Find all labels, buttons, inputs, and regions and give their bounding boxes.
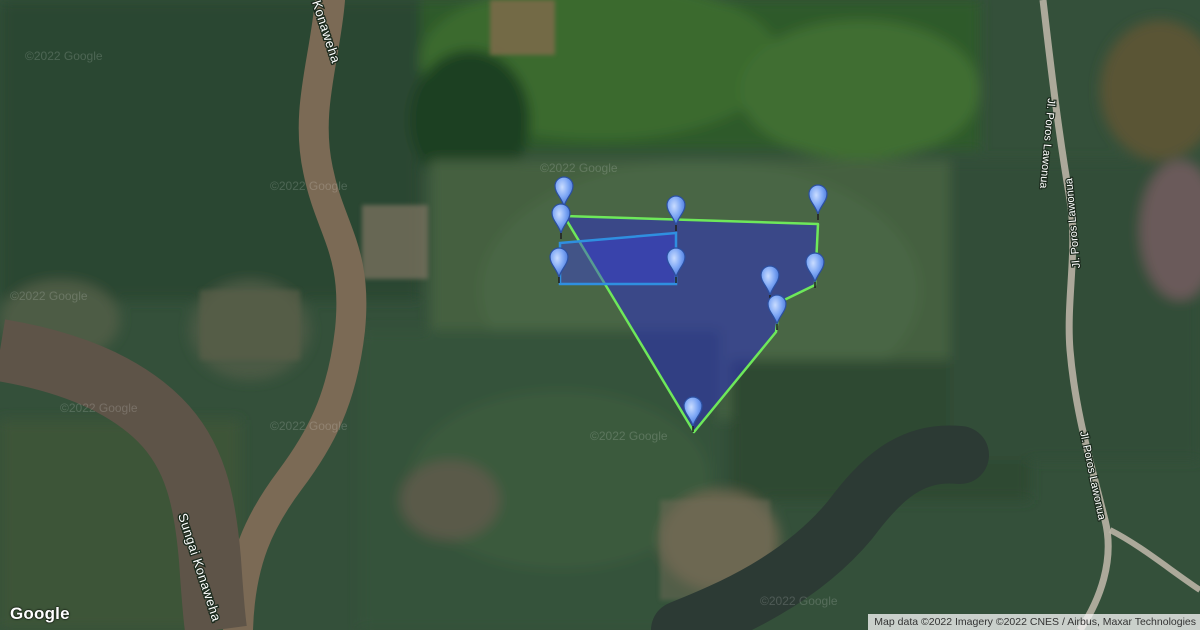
marker-pin[interactable]: [805, 252, 825, 289]
marker-pin[interactable]: [551, 203, 571, 240]
map-view[interactable]: ©2022 Google ©2022 Google ©2022 Google ©…: [0, 0, 1200, 630]
marker-pin[interactable]: [549, 247, 569, 284]
marker-layer: [549, 176, 828, 433]
marker-pin[interactable]: [683, 396, 703, 433]
map-attribution[interactable]: Map data ©2022 Imagery ©2022 CNES / Airb…: [868, 614, 1200, 630]
marker-pin[interactable]: [767, 294, 787, 331]
marker-pin[interactable]: [666, 247, 686, 284]
google-logo: Google: [10, 604, 70, 623]
marker-pin[interactable]: [808, 184, 828, 221]
marker-pin[interactable]: [666, 195, 686, 232]
